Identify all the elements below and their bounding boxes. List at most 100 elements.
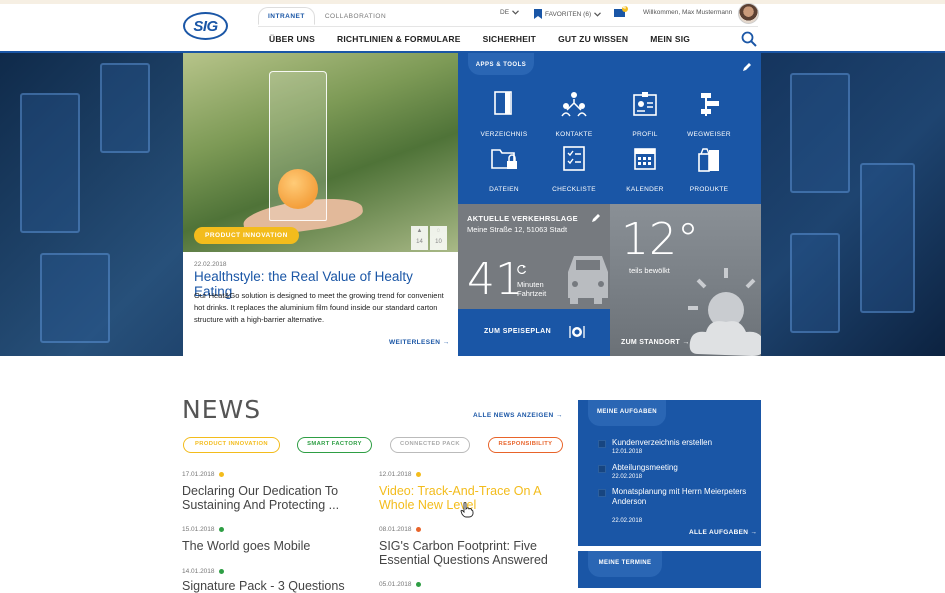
tasks-panel: MEINE AUFGABEN Kundenverzeichnis erstell…: [578, 400, 761, 546]
unit-line-2: Fahrtzeit: [517, 289, 547, 298]
all-news-link[interactable]: ALLE NEWS ANZEIGEN →: [473, 412, 563, 419]
all-tasks-link[interactable]: ALLE AUFGABEN →: [689, 529, 757, 536]
category-dot: [218, 471, 224, 477]
book-icon: [494, 91, 512, 115]
article-teaser: Our Heat&Go solution is designed to meet…: [194, 291, 444, 324]
date-text: 14.01.2018: [182, 568, 215, 575]
favorites-label: FAVORITEN (6): [545, 10, 592, 18]
date-text: 05.01.2018: [379, 581, 412, 588]
app-label: VERZEICHNIS: [480, 131, 528, 138]
arrow-right-icon: →: [750, 529, 758, 536]
nav-item-mein-sig[interactable]: MEIN SIG: [650, 34, 690, 44]
weather-widget[interactable]: 12° teils bewölkt ZUM STANDORT →: [610, 204, 761, 356]
carton-shape: [269, 71, 327, 221]
task-checkbox[interactable]: [598, 489, 606, 497]
tab-divider: [258, 26, 758, 27]
arrow-right-icon: →: [682, 339, 690, 346]
tab-collaboration[interactable]: COLLABORATION: [315, 7, 396, 25]
news-item-title[interactable]: Signature Pack - 3 Questions: [182, 579, 362, 593]
app-profil[interactable]: PROFIL: [610, 91, 680, 141]
date-text: 15.01.2018: [182, 526, 215, 533]
notifications-button[interactable]: 4: [614, 5, 628, 18]
traffic-address: Meine Straße 12, 51063 Stadt: [467, 225, 568, 234]
profile-icon: [633, 92, 657, 116]
sig-logo[interactable]: SIG: [183, 12, 228, 40]
location-label: ZUM STANDORT: [621, 339, 681, 346]
task-title: Monatsplanung mit Herrn Meierpeters Ande…: [612, 487, 747, 506]
signpost-icon: [701, 93, 719, 116]
category-dot: [218, 568, 224, 574]
app-label: DATEIEN: [489, 186, 519, 193]
task-checkbox[interactable]: [598, 465, 606, 473]
nav-item-richtlinien[interactable]: RICHTLINIEN & FORMULARE: [337, 34, 461, 44]
nav-item-ueber-uns[interactable]: ÜBER UNS: [269, 34, 315, 44]
app-label: CHECKLISTE: [552, 186, 596, 193]
like-button[interactable]: ▲ 14: [411, 226, 428, 250]
news-date: 15.01.2018: [182, 526, 224, 533]
app-label: PROFIL: [632, 131, 658, 138]
task-checkbox[interactable]: [598, 440, 606, 448]
filter-connected-pack[interactable]: CONNECTED PACK: [390, 437, 470, 453]
task-date: 22.02.2018: [612, 518, 643, 524]
top-stripe: [0, 0, 945, 4]
news-date: 08.01.2018: [379, 526, 421, 533]
read-more-link[interactable]: WEITERLESEN →: [389, 339, 449, 346]
pencil-icon[interactable]: [591, 213, 601, 223]
all-news-label: ALLE NEWS ANZEIGEN: [473, 412, 554, 419]
task-title: Abteilungsmeeting: [612, 463, 678, 472]
calendar-icon: [634, 148, 656, 170]
category-badge[interactable]: PRODUCT INNOVATION: [194, 227, 299, 244]
task-date: 22.02.2018: [612, 474, 643, 480]
news-item-title[interactable]: Declaring Our Dedication To Sustaining A…: [182, 484, 362, 512]
all-tasks-label: ALLE AUFGABEN: [689, 529, 749, 536]
favorites-menu[interactable]: FAVORITEN (6): [534, 9, 602, 19]
app-kalender[interactable]: KALENDER: [610, 146, 680, 196]
news-date: 17.01.2018: [182, 471, 224, 478]
refresh-icon[interactable]: [517, 264, 527, 274]
pencil-icon[interactable]: [742, 62, 752, 72]
app-checkliste[interactable]: CHECKLISTE: [539, 146, 609, 196]
like-count: 14: [416, 239, 423, 245]
canteen-link[interactable]: ZUM SPEISEPLAN: [458, 309, 610, 356]
article-date: 22.02.2018: [194, 261, 227, 268]
news-item-title[interactable]: The World goes Mobile: [182, 539, 362, 553]
arrow-right-icon: →: [555, 412, 563, 419]
travel-minutes: 41: [467, 254, 523, 305]
plate-icon: [569, 326, 585, 338]
featured-article-card[interactable]: PRODUCT INNOVATION ▲ 14 ◌ 10 22.02.2018 …: [183, 53, 458, 356]
language-label: DE: [500, 9, 510, 16]
filter-product-innovation[interactable]: PRODUCT INNOVATION: [183, 437, 280, 453]
apps-tools-panel: APPS & TOOLS VERZEICHNIS KONTAKTE PROFIL…: [458, 53, 761, 204]
app-label: KALENDER: [626, 186, 664, 193]
traffic-widget[interactable]: AKTUELLE VERKEHRSLAGE Meine Straße 12, 5…: [458, 204, 610, 309]
filter-responsibility[interactable]: RESPONSIBILITY: [488, 437, 563, 453]
date-text: 17.01.2018: [182, 471, 215, 478]
tab-intranet[interactable]: INTRANET: [258, 7, 315, 25]
app-dateien[interactable]: DATEIEN: [469, 146, 539, 196]
avatar[interactable]: [738, 3, 759, 24]
news-heading: NEWS: [182, 395, 262, 424]
traffic-title: AKTUELLE VERKEHRSLAGE: [467, 214, 578, 223]
temperature: 12°: [621, 214, 699, 265]
apps-title: APPS & TOOLS: [468, 53, 534, 75]
task-date: 12.01.2018: [612, 449, 643, 455]
category-dot: [415, 471, 421, 477]
location-link[interactable]: ZUM STANDORT →: [621, 339, 690, 346]
nav-item-gut-zu-wissen[interactable]: GUT ZU WISSEN: [558, 34, 628, 44]
app-wegweiser[interactable]: WEGWEISER: [674, 91, 744, 141]
folder-lock-icon: [491, 149, 517, 169]
date-text: 12.01.2018: [379, 471, 412, 478]
language-select[interactable]: DE: [500, 9, 519, 16]
news-item-title[interactable]: SIG's Carbon Footprint: Five Essential Q…: [379, 539, 559, 567]
filter-smart-factory[interactable]: SMART FACTORY: [297, 437, 372, 453]
app-produkte[interactable]: PRODUKTE: [674, 146, 744, 196]
app-verzeichnis[interactable]: VERZEICHNIS: [469, 91, 539, 141]
unit-line-1: Minuten: [517, 280, 544, 289]
checklist-icon: [563, 146, 585, 171]
app-kontakte[interactable]: KONTAKTE: [539, 91, 609, 141]
nav-item-sicherheit[interactable]: SICHERHEIT: [483, 34, 536, 44]
news-date: 05.01.2018: [379, 581, 421, 588]
search-icon[interactable]: [741, 31, 757, 47]
article-image: [183, 53, 458, 252]
comment-button[interactable]: ◌ 10: [430, 226, 447, 250]
